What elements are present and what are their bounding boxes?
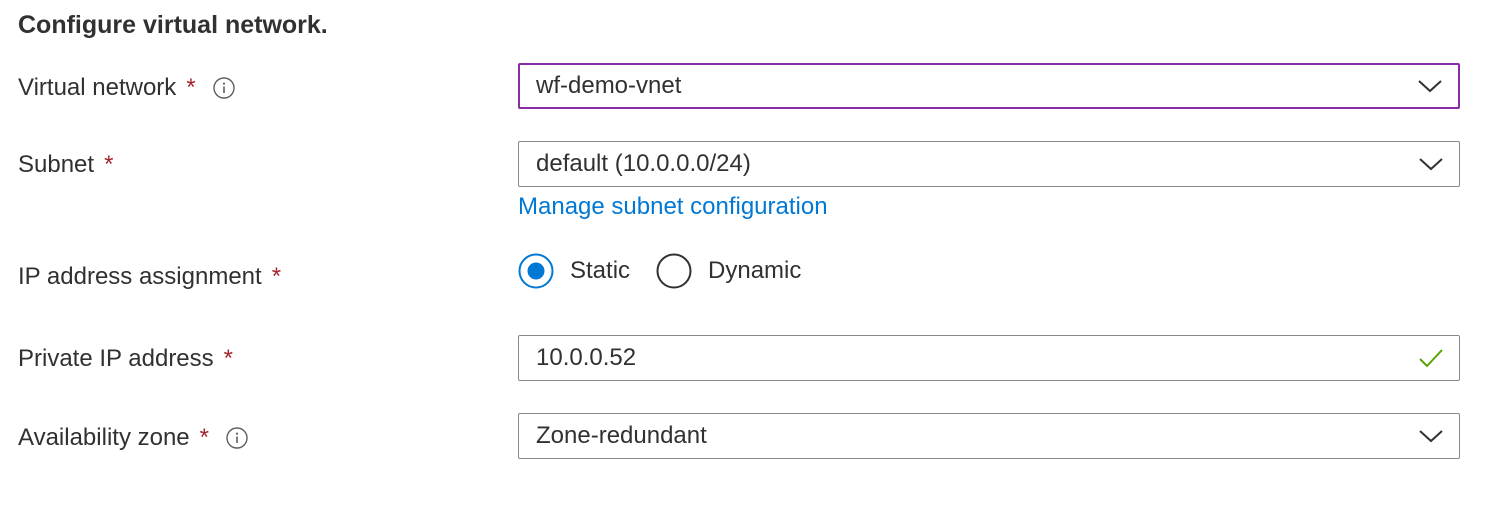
subnet-label-row: Subnet * bbox=[18, 149, 113, 181]
radio-unselected-icon[interactable] bbox=[656, 253, 692, 289]
subnet-value: default (10.0.0.0/24) bbox=[536, 150, 751, 177]
manage-subnet-configuration-link[interactable]: Manage subnet configuration bbox=[518, 191, 828, 223]
virtual-network-value: wf-demo-vnet bbox=[536, 72, 682, 99]
ip-assignment-label: IP address assignment bbox=[18, 263, 262, 290]
radio-dynamic[interactable]: Dynamic bbox=[656, 253, 801, 289]
required-marker: * bbox=[186, 74, 196, 101]
info-icon[interactable] bbox=[212, 76, 236, 100]
ip-assignment-label-row: IP address assignment * bbox=[18, 261, 281, 293]
private-ip-label: Private IP address bbox=[18, 345, 214, 372]
ip-assignment-radio-group: Static Dynamic bbox=[518, 252, 801, 290]
virtual-network-label: Virtual network bbox=[18, 74, 177, 101]
info-icon[interactable] bbox=[225, 426, 249, 450]
chevron-down-icon bbox=[1419, 158, 1443, 171]
radio-static[interactable]: Static bbox=[518, 253, 630, 289]
radio-static-label: Static bbox=[570, 257, 631, 284]
required-marker: * bbox=[199, 424, 209, 451]
subnet-label: Subnet bbox=[18, 151, 95, 178]
radio-dynamic-label: Dynamic bbox=[708, 257, 802, 284]
required-marker: * bbox=[223, 345, 233, 372]
chevron-down-icon bbox=[1419, 430, 1443, 443]
virtual-network-label-row: Virtual network * bbox=[18, 72, 236, 104]
availability-zone-value: Zone-redundant bbox=[536, 422, 707, 449]
checkmark-icon bbox=[1419, 349, 1443, 368]
radio-selected-icon[interactable] bbox=[518, 253, 554, 289]
section-title: Configure virtual network. bbox=[18, 11, 328, 39]
availability-zone-label: Availability zone bbox=[18, 424, 190, 451]
chevron-down-icon bbox=[1418, 80, 1442, 93]
private-ip-label-row: Private IP address * bbox=[18, 343, 233, 375]
availability-zone-dropdown[interactable]: Zone-redundant bbox=[518, 413, 1460, 459]
subnet-dropdown[interactable]: default (10.0.0.0/24) bbox=[518, 141, 1460, 187]
required-marker: * bbox=[271, 263, 282, 290]
virtual-network-dropdown[interactable]: wf-demo-vnet bbox=[518, 63, 1460, 109]
private-ip-input[interactable]: 10.0.0.52 bbox=[518, 335, 1460, 381]
required-marker: * bbox=[104, 151, 114, 178]
availability-zone-label-row: Availability zone * bbox=[18, 422, 249, 454]
private-ip-value: 10.0.0.52 bbox=[536, 344, 637, 371]
